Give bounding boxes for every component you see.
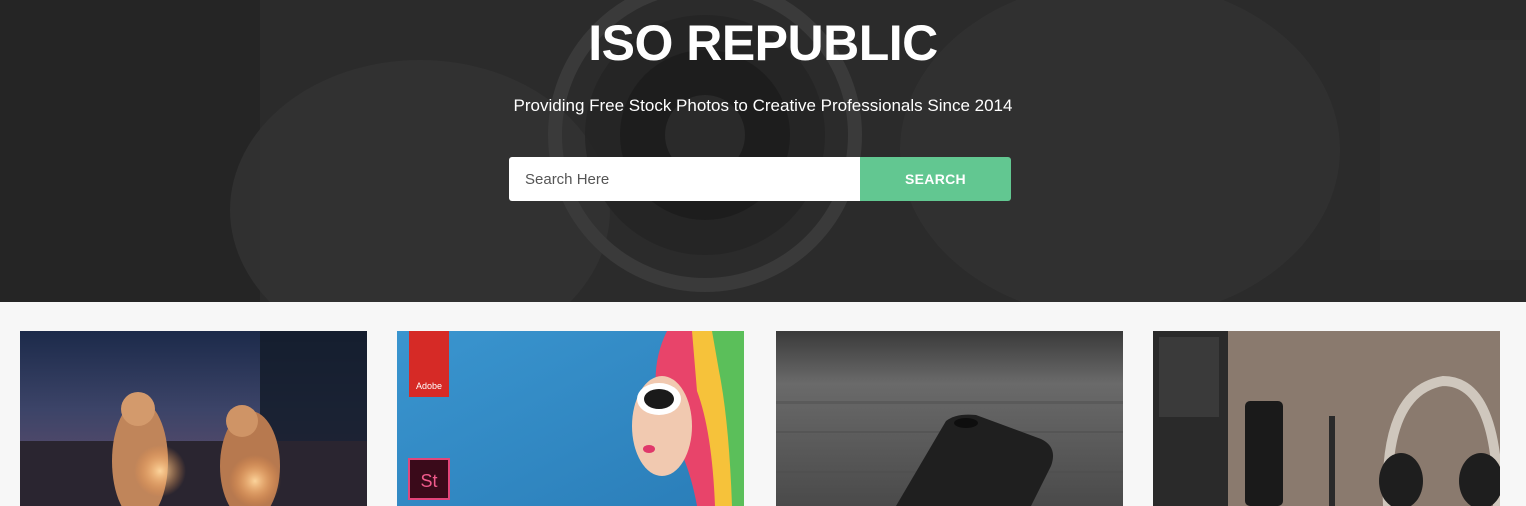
photo-card-iphone[interactable] <box>776 331 1123 506</box>
search-input[interactable] <box>509 157 860 201</box>
photo-card-adobe-stock[interactable]: Adobe St <box>397 331 744 506</box>
adobe-logo-text: Adobe <box>416 381 442 391</box>
photo-desk-image <box>1153 331 1500 506</box>
search-button[interactable]: SEARCH <box>860 157 1011 201</box>
photo-grid: Adobe St <box>0 302 1526 506</box>
site-tagline: Providing Free Stock Photos to Creative … <box>513 96 1013 115</box>
photo-card-desk[interactable] <box>1153 331 1500 506</box>
photo-adobe-stock-image: Adobe St <box>397 331 744 506</box>
photo-iphone-image <box>776 331 1123 506</box>
photo-sparklers-image <box>20 331 367 506</box>
photo-card-sparklers[interactable] <box>20 331 367 506</box>
hero-banner: ISO REPUBLIC Providing Free Stock Photos… <box>0 0 1526 302</box>
site-title: ISO REPUBLIC <box>588 15 938 71</box>
adobe-stock-badge-text: St <box>420 471 437 491</box>
